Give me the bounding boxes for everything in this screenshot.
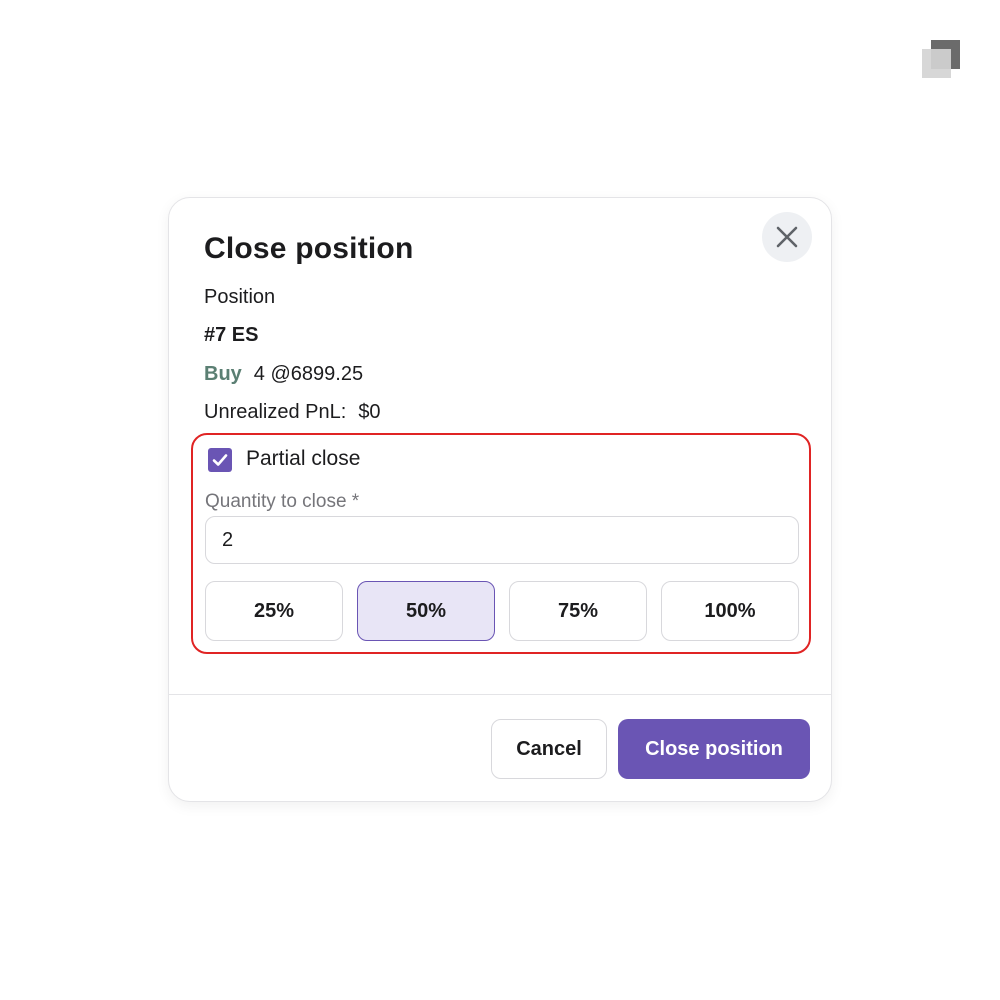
side-badge: Buy (204, 363, 242, 385)
percent-50-button[interactable]: 50% (357, 581, 495, 641)
percent-100-button[interactable]: 100% (661, 581, 799, 641)
app-logo-icon (922, 40, 960, 78)
cancel-button[interactable]: Cancel (491, 719, 607, 779)
check-icon (212, 454, 228, 466)
close-dialog-button[interactable] (762, 212, 812, 262)
close-icon (776, 226, 798, 248)
percent-25-button[interactable]: 25% (205, 581, 343, 641)
pnl-row: Unrealized PnL: $0 (204, 401, 381, 424)
quantity-input[interactable] (205, 516, 799, 564)
percent-75-button[interactable]: 75% (509, 581, 647, 641)
close-position-button[interactable]: Close position (618, 719, 810, 779)
quantity-label: Quantity to close * (205, 491, 360, 512)
order-summary: 4 @6899.25 (253, 363, 364, 385)
footer-divider (169, 694, 831, 695)
position-label: Position (204, 286, 276, 308)
logo-front-square (922, 49, 951, 78)
partial-close-label: Partial close (246, 447, 361, 470)
partial-close-checkbox[interactable] (208, 448, 232, 472)
percent-button-group: 25% 50% 75% 100% (205, 581, 799, 641)
position-side-row: Buy 4 @6899.25 (204, 363, 363, 386)
close-position-dialog: Close position Position #7 ES Buy 4 @6899… (168, 197, 832, 802)
position-id: #7 ES (204, 324, 259, 346)
pnl-label: Unrealized PnL: (204, 401, 347, 423)
pnl-value: $0 (358, 401, 381, 423)
partial-close-section: Partial close Quantity to close * 25% 50… (191, 433, 811, 654)
dialog-title: Close position (204, 232, 414, 265)
